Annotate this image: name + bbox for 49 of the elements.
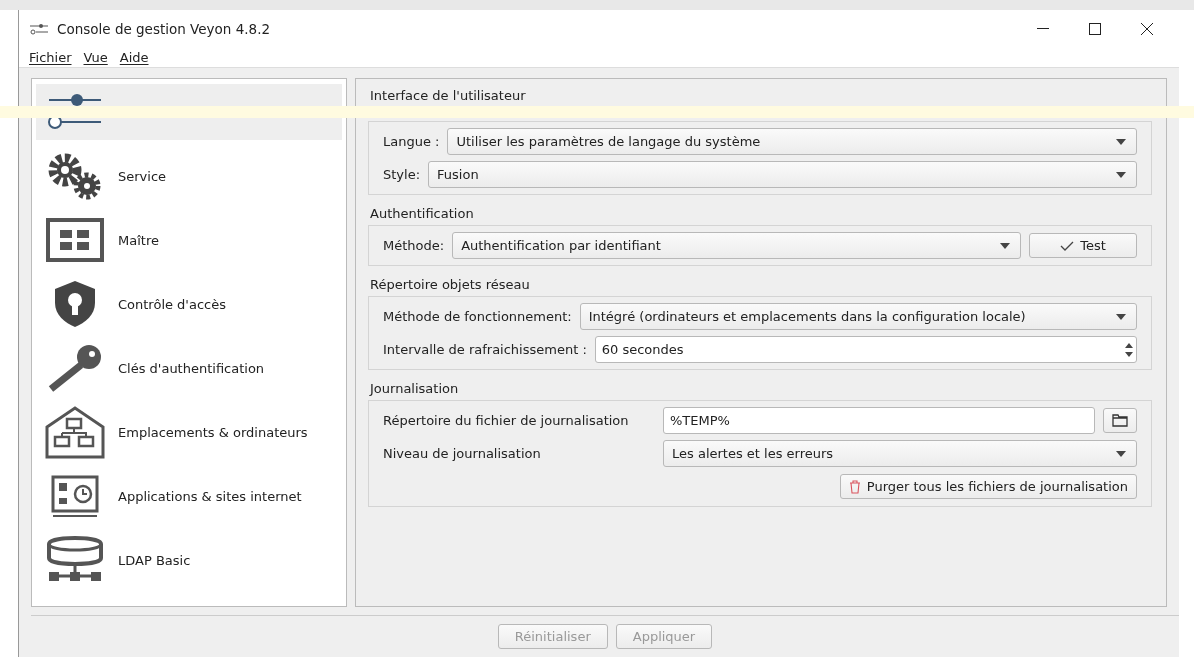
field-label: Langue :: [383, 134, 440, 149]
dropdown-caret-icon: [1000, 242, 1010, 249]
checkmark-icon: [1060, 240, 1075, 251]
dropdown[interactable]: Authentification par identifiant: [452, 232, 1021, 259]
trash-icon: [848, 479, 861, 494]
database-network-icon: [45, 536, 105, 584]
maximize-icon: [1089, 23, 1101, 35]
sidebar-item[interactable]: Clés d'authentification: [36, 336, 342, 400]
dropdown[interactable]: Intégré (ordinateurs et emplacements dans la configuration locale): [579, 303, 1137, 330]
dropdown-caret-icon: [1116, 313, 1126, 320]
sidebar-item[interactable]: Emplacements & ordinateurs: [36, 400, 342, 464]
group-title: Journalisation: [368, 380, 460, 398]
test-button[interactable]: Test: [1029, 233, 1137, 258]
menu-item[interactable]: Aide: [115, 50, 153, 65]
menu-item[interactable]: Fichier: [25, 50, 76, 65]
gears-icon: [47, 152, 103, 200]
window-title: Console de gestion Veyon 4.8.2: [57, 21, 272, 37]
menu-item[interactable]: Vue: [79, 50, 112, 65]
dropdown[interactable]: Fusion: [428, 161, 1137, 188]
sidebar-item[interactable]: Applications & sites internet: [36, 464, 342, 528]
minimize-icon: [1037, 28, 1049, 30]
browse-button[interactable]: [1103, 408, 1137, 433]
group-title: Répertoire objets réseau: [369, 276, 531, 294]
field-label: Niveau de journalisation: [383, 446, 542, 461]
close-icon: [1141, 23, 1153, 35]
path-field[interactable]: %TEMP%: [663, 407, 1095, 434]
group-title: Interface de l'utilisateur: [369, 87, 527, 105]
field-label: Style:: [383, 167, 421, 182]
folder-icon: [1112, 414, 1128, 427]
sidebar-item[interactable]: LDAP Basic: [36, 528, 342, 592]
spin-box[interactable]: 60 secondes: [594, 336, 1137, 363]
purge-button[interactable]: Purger tous les fichiers de journalisation: [839, 474, 1137, 499]
field-label: Répertoire du fichier de journalisation: [383, 413, 630, 428]
dropdown-caret-icon: [1116, 450, 1126, 457]
dropdown-caret-icon: [1116, 171, 1126, 178]
field-label: Intervalle de rafraichissement :: [383, 342, 587, 357]
group-title: Authentification: [369, 205, 475, 223]
house-network-icon: [43, 405, 107, 459]
sidebar-item[interactable]: Contrôle d'accès: [36, 272, 342, 336]
dropdown[interactable]: Utiliser les paramètres de langage du système: [447, 128, 1137, 155]
grid-icon: [46, 218, 104, 262]
dropdown[interactable]: Les alertes et les erreurs: [663, 440, 1137, 467]
screen-clock-icon: [49, 474, 101, 518]
dropdown-caret-icon: [1116, 138, 1126, 145]
sidebar-item[interactable]: Service: [36, 144, 342, 208]
sidebar-item[interactable]: Maître: [36, 208, 342, 272]
field-label: Méthode:: [383, 238, 445, 253]
field-label: Méthode de fonctionnement:: [383, 309, 572, 324]
sliders-icon: [29, 23, 49, 35]
